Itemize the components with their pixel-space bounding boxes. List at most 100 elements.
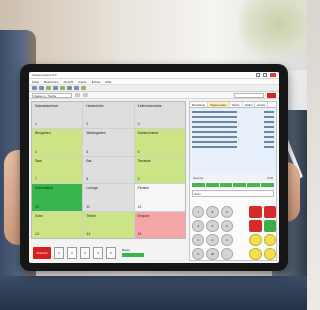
table-tile[interactable]: Ecke 13: [32, 211, 83, 238]
forward-icon[interactable]: [83, 93, 88, 97]
user-icon[interactable]: [74, 86, 79, 90]
table-tile[interactable]: Saal 7: [32, 156, 83, 184]
keypad-key[interactable]: 5: [206, 220, 219, 232]
order-list[interactable]: [190, 108, 276, 174]
print-icon[interactable]: [53, 86, 58, 90]
table-name: Ecke: [35, 213, 43, 218]
order-panel: Bestellung Tagesumsatz Tische Artikel Ex…: [189, 101, 277, 261]
function-key[interactable]: 2: [67, 246, 77, 259]
table-number: 8: [86, 177, 89, 182]
background-plant: [238, 0, 307, 60]
table-name: Kaminzimmer: [137, 131, 159, 136]
table-tile[interactable]: Theke 14: [83, 211, 134, 238]
keypad-key[interactable]: [263, 206, 276, 218]
keypad-key[interactable]: [249, 234, 262, 246]
table-number: 6: [137, 149, 140, 154]
exit-button[interactable]: Abbruch: [33, 246, 51, 259]
table-tile[interactable]: Kellerweinstube 3: [134, 102, 185, 129]
table-number: 7: [35, 177, 37, 182]
table-tile[interactable]: Bar 8: [83, 156, 134, 184]
search-input[interactable]: [234, 92, 264, 98]
table-grid: Salzwiesenloch 1 Hanseheim 2 Kellerweinstube…: [31, 101, 186, 239]
category-button[interactable]: [192, 183, 205, 187]
open-icon[interactable]: [39, 86, 44, 90]
table-tile[interactable]: Salzwiesenloch 1: [32, 102, 83, 129]
settings-icon[interactable]: [67, 86, 72, 90]
tab-extras[interactable]: Extras: [255, 102, 269, 107]
table-tile[interactable]: Wintergarten 5: [83, 129, 134, 156]
keypad-key[interactable]: 3: [220, 234, 233, 246]
keypad-key[interactable]: ,: [220, 248, 233, 260]
table-number: 4: [35, 149, 37, 154]
menu-item[interactable]: Extras: [92, 80, 101, 84]
menu-item[interactable]: Datei: [32, 80, 39, 84]
refresh-icon[interactable]: [60, 86, 65, 90]
menu-item[interactable]: Bearbeiten: [44, 80, 59, 84]
alert-button[interactable]: [267, 92, 276, 98]
maximize-button[interactable]: [263, 73, 267, 77]
desk-surface: [0, 276, 307, 310]
back-icon[interactable]: [75, 93, 80, 97]
function-key[interactable]: 1: [54, 246, 64, 259]
keypad-key[interactable]: [263, 248, 276, 260]
table-name: Bar: [86, 158, 92, 163]
table-tile[interactable]: Kaminzimmer 6: [134, 129, 185, 156]
menu-item[interactable]: Ansicht: [64, 80, 74, 84]
table-name: Fenster: [137, 186, 150, 191]
save-icon[interactable]: [46, 86, 51, 90]
menu-item[interactable]: Hilfe: [105, 80, 111, 84]
keypad-key[interactable]: 6: [220, 220, 233, 232]
minimize-button[interactable]: [256, 73, 260, 77]
category-button[interactable]: [261, 183, 274, 187]
table-tile[interactable]: Fenster 12: [134, 184, 185, 211]
tab-articles[interactable]: Artikel: [243, 102, 256, 107]
new-icon[interactable]: [32, 86, 37, 90]
function-key[interactable]: 3: [80, 246, 90, 259]
tab-daily-sales[interactable]: Tagesumsatz: [208, 102, 230, 107]
keypad-key[interactable]: 1: [192, 234, 205, 246]
keypad-spacer: [235, 234, 247, 246]
table-tile[interactable]: Stammtisch 10: [32, 184, 83, 211]
keypad-key[interactable]: 4: [192, 220, 205, 232]
category-button[interactable]: [205, 183, 219, 187]
table-name: Biergarten: [35, 131, 51, 136]
table-name: Empore: [137, 213, 150, 218]
tab-order[interactable]: Bestellung: [190, 102, 209, 107]
function-key[interactable]: 5: [106, 246, 116, 259]
function-key[interactable]: 4: [93, 246, 103, 259]
order-row[interactable]: [192, 145, 274, 150]
note-field[interactable]: Notiz: [192, 190, 274, 197]
keypad-key[interactable]: 8: [206, 206, 219, 218]
keypad-spacer: [235, 248, 247, 260]
close-button[interactable]: [270, 73, 276, 77]
keypad-key[interactable]: [263, 220, 276, 232]
keypad-key[interactable]: 00: [206, 248, 219, 260]
keypad-key[interactable]: [249, 206, 262, 218]
total-label: Summe: [193, 175, 204, 180]
category-button[interactable]: [247, 183, 261, 187]
table-number: 9: [137, 177, 140, 182]
tab-tables[interactable]: Tische: [230, 102, 243, 107]
menu-item[interactable]: Kasse: [78, 80, 86, 84]
keypad-key[interactable]: [263, 234, 276, 246]
table-number: 14: [86, 231, 91, 236]
keypad-key[interactable]: 2: [206, 234, 219, 246]
location-field[interactable]: Kasse 1 - Tische: [32, 92, 72, 98]
address-bar: Kasse 1 - Tische: [29, 92, 279, 99]
category-button[interactable]: [219, 183, 233, 187]
table-tile[interactable]: Empore 15: [134, 211, 185, 238]
table-number: 1: [35, 122, 37, 127]
report-icon[interactable]: [81, 86, 86, 90]
keypad-key[interactable]: [249, 248, 262, 260]
keypad-key[interactable]: 0: [192, 248, 205, 260]
table-tile[interactable]: Lounge 11: [83, 184, 134, 211]
category-button[interactable]: [233, 183, 247, 187]
keypad-key[interactable]: 7: [192, 206, 205, 218]
keypad-key[interactable]: 9: [220, 206, 233, 218]
keypad-key[interactable]: [249, 220, 262, 232]
table-tile[interactable]: Hanseheim 2: [83, 102, 134, 129]
total-line: Summe 0,00: [190, 174, 276, 181]
table-tile[interactable]: Terrasse 9: [134, 156, 185, 184]
total-value: 0,00: [267, 175, 273, 180]
table-tile[interactable]: Biergarten 4: [32, 129, 83, 156]
